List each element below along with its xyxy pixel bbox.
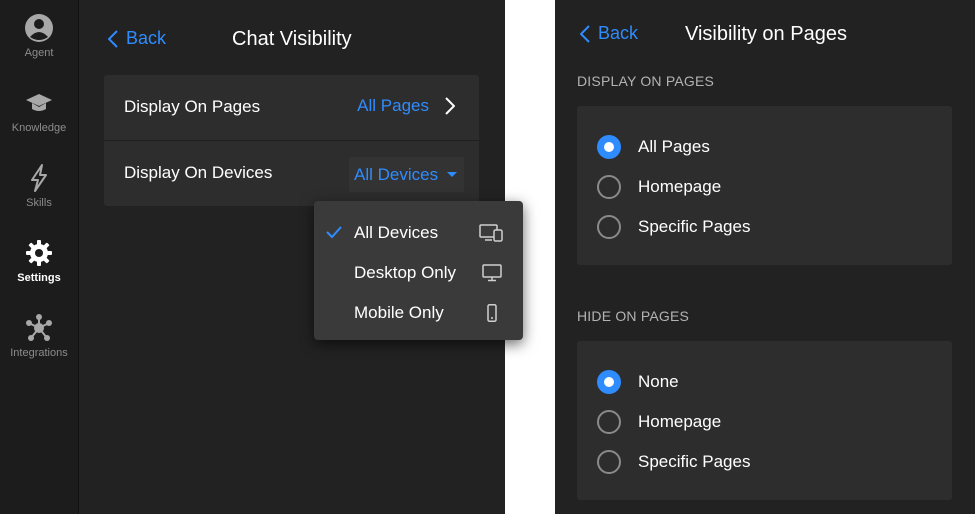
back-label: Back: [126, 28, 167, 48]
hide-option-homepage[interactable]: Homepage: [597, 407, 927, 437]
radio-label: None: [638, 372, 679, 391]
user-icon: [25, 14, 53, 42]
radio-button[interactable]: [597, 410, 621, 434]
back-button[interactable]: Back: [108, 28, 166, 49]
monitor-icon: [482, 264, 502, 282]
radio-label: All Pages: [638, 137, 710, 156]
dropdown-option-label: All Devices: [354, 223, 439, 242]
sidebar-item-label: Settings: [17, 272, 61, 284]
sidebar-item-skills[interactable]: Skills: [0, 163, 78, 225]
back-button[interactable]: Back: [580, 23, 638, 44]
lightning-icon: [31, 164, 47, 192]
chat-visibility-panel: Agent Knowledge Skills Settings Integrat…: [0, 0, 523, 514]
display-option-all-pages[interactable]: All Pages: [597, 132, 927, 162]
display-on-pages-value[interactable]: All Pages: [357, 96, 455, 116]
display-option-homepage[interactable]: Homepage: [597, 172, 927, 202]
network-icon: [26, 314, 52, 341]
display-on-pages-heading: DISPLAY ON PAGES: [577, 73, 715, 89]
sidebar-item-integrations[interactable]: Integrations: [0, 313, 78, 375]
hide-on-pages-card: None Homepage Specific Pages: [577, 341, 952, 500]
sidebar-item-label: Integrations: [10, 347, 68, 359]
display-on-pages-value-text: All Pages: [357, 96, 429, 115]
hide-option-specific-pages[interactable]: Specific Pages: [597, 447, 927, 477]
chevron-left-icon: [108, 29, 118, 48]
graduation-cap-icon: [26, 94, 52, 111]
radio-button[interactable]: [597, 450, 621, 474]
sidebar-item-settings[interactable]: Settings: [0, 238, 78, 300]
display-option-specific-pages[interactable]: Specific Pages: [597, 212, 927, 242]
visibility-settings-card: Display On Pages All Pages Display On De…: [104, 75, 479, 206]
back-label: Back: [598, 23, 639, 43]
visibility-on-pages-panel: Back Visibility on Pages DISPLAY ON PAGE…: [555, 0, 975, 514]
dropdown-option-all-devices[interactable]: All Devices: [314, 213, 523, 253]
dropdown-option-desktop-only[interactable]: Desktop Only: [314, 253, 523, 293]
sidebar-item-label: Skills: [26, 197, 52, 209]
sidebar-item-label: Knowledge: [11, 122, 67, 134]
radio-button[interactable]: [597, 175, 621, 199]
display-on-pages-row[interactable]: Display On Pages All Pages: [104, 75, 479, 140]
radio-button[interactable]: [597, 215, 621, 239]
chevron-left-icon: [580, 24, 590, 43]
dropdown-option-mobile-only[interactable]: Mobile Only: [314, 293, 523, 333]
display-on-devices-label: Display On Devices: [124, 163, 273, 182]
device-dropdown-menu: All Devices Desktop Only Mobile Only: [314, 201, 523, 340]
sidebar-item-agent[interactable]: Agent: [0, 13, 78, 75]
display-on-devices-row: Display On Devices All Devices: [104, 141, 479, 206]
display-on-pages-card: All Pages Homepage Specific Pages: [577, 106, 952, 265]
device-select-value: All Devices: [354, 164, 439, 184]
caret-down-icon: [447, 172, 457, 177]
dropdown-option-label: Desktop Only: [354, 263, 457, 282]
display-on-pages-label: Display On Pages: [124, 97, 261, 116]
hide-option-none[interactable]: None: [597, 367, 927, 397]
check-icon: [326, 226, 342, 239]
radio-label: Homepage: [638, 177, 722, 196]
sidebar-item-knowledge[interactable]: Knowledge: [0, 88, 78, 150]
sidebar: Agent Knowledge Skills Settings Integrat…: [0, 0, 79, 514]
page-title: Visibility on Pages: [685, 23, 847, 45]
gear-icon: [26, 240, 52, 266]
sidebar-item-label: Agent: [24, 47, 54, 59]
phone-icon: [487, 304, 497, 322]
desktop-mobile-icon: [479, 224, 503, 242]
dropdown-option-label: Mobile Only: [354, 303, 444, 322]
radio-label: Specific Pages: [638, 452, 751, 471]
radio-label: Specific Pages: [638, 217, 751, 236]
radio-button[interactable]: [597, 370, 621, 394]
hide-on-pages-heading: HIDE ON PAGES: [577, 308, 690, 324]
radio-button[interactable]: [597, 135, 621, 159]
device-select[interactable]: All Devices: [349, 157, 464, 192]
chevron-right-icon: [445, 97, 455, 115]
page-title: Chat Visibility: [232, 28, 352, 50]
radio-label: Homepage: [638, 412, 722, 431]
